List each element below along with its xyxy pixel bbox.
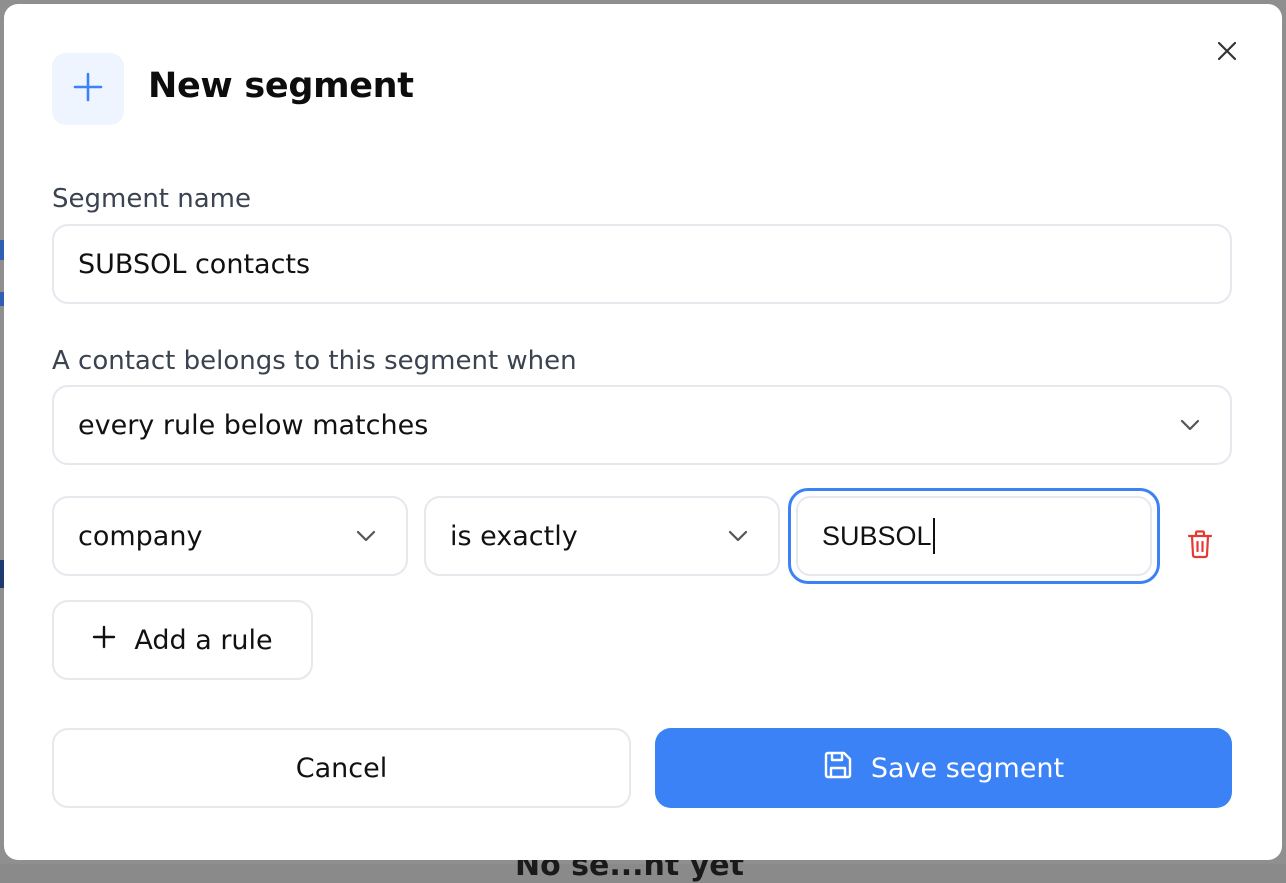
plus-icon bbox=[72, 71, 104, 107]
chevron-down-icon bbox=[354, 524, 378, 548]
segment-name-label: Segment name bbox=[52, 184, 251, 214]
match-condition-select[interactable]: every rule below matches bbox=[52, 385, 1232, 465]
match-condition-value: every rule below matches bbox=[78, 409, 429, 441]
delete-rule-button[interactable] bbox=[1182, 528, 1218, 564]
rule-field-select[interactable]: company bbox=[52, 496, 408, 576]
close-button[interactable] bbox=[1212, 38, 1242, 68]
rule-field-value: company bbox=[78, 520, 203, 552]
save-segment-button[interactable]: Save segment bbox=[655, 728, 1232, 808]
add-rule-button[interactable]: Add a rule bbox=[52, 600, 313, 680]
text-caret bbox=[932, 518, 935, 554]
dialog-title: New segment bbox=[148, 66, 414, 106]
segment-name-input[interactable]: SUBSOL contacts bbox=[52, 224, 1232, 304]
cancel-button[interactable]: Cancel bbox=[52, 728, 631, 808]
add-rule-label: Add a rule bbox=[134, 624, 273, 656]
chevron-down-icon bbox=[1178, 413, 1202, 437]
rule-operator-value: is exactly bbox=[450, 520, 578, 552]
close-icon bbox=[1216, 40, 1238, 66]
chevron-down-icon bbox=[726, 524, 750, 548]
header-icon-tile bbox=[52, 53, 124, 125]
new-segment-dialog: New segment Segment name SUBSOL contacts… bbox=[4, 4, 1282, 860]
match-condition-label: A contact belongs to this segment when bbox=[52, 346, 577, 376]
floppy-disk-icon bbox=[823, 750, 853, 787]
rule-value-text: SUBSOL bbox=[822, 520, 932, 551]
plus-icon bbox=[92, 625, 116, 656]
segment-name-value: SUBSOL contacts bbox=[78, 248, 311, 280]
cancel-label: Cancel bbox=[295, 752, 388, 784]
rule-operator-select[interactable]: is exactly bbox=[424, 496, 780, 576]
trash-icon bbox=[1186, 529, 1214, 563]
rule-value-input[interactable]: SUBSOL bbox=[796, 496, 1152, 576]
save-segment-label: Save segment bbox=[870, 752, 1065, 784]
